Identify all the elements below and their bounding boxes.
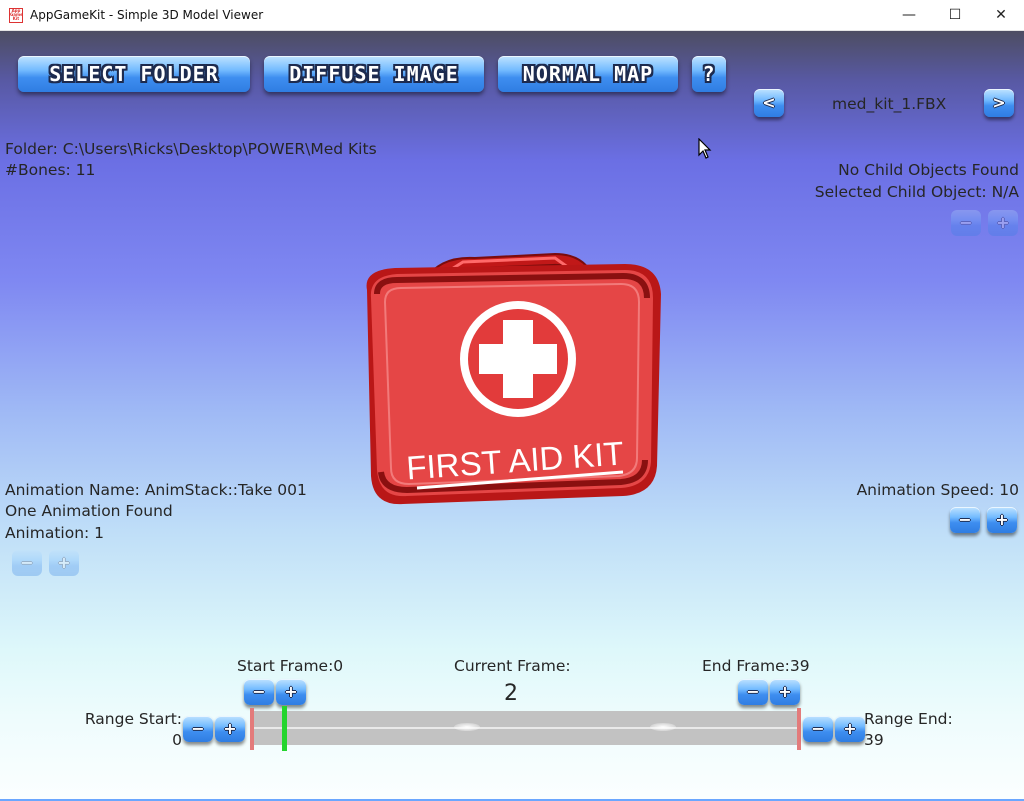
prev-model-button[interactable]: < [754,89,784,117]
child-plus-button[interactable]: + [988,210,1018,236]
mouse-cursor-icon [698,138,712,159]
window-title: AppGameKit - Simple 3D Model Viewer [30,8,264,22]
animation-minus-button[interactable]: − [12,550,42,576]
animation-speed: Animation Speed: 10 [856,481,1019,499]
speed-plus-button[interactable]: + [987,507,1017,533]
start-frame-plus-button[interactable]: + [276,679,306,705]
diffuse-image-button[interactable]: DIFFUSE IMAGE [264,56,484,92]
timeline-track [250,727,800,729]
help-button[interactable]: ? [692,56,726,92]
child-objects-status: No Child Objects Found [838,161,1019,179]
frame-timeline-slider[interactable] [250,711,800,745]
current-frame-label: Current Frame: [454,657,571,675]
animation-index: Animation: 1 [5,524,105,542]
range-start-minus-button[interactable]: − [183,716,213,742]
selected-child-object: Selected Child Object: N/A [814,183,1019,201]
range-end-handle[interactable] [797,708,801,750]
range-end-plus-button[interactable]: + [835,716,865,742]
maximize-button[interactable]: ☐ [932,0,978,30]
end-frame-minus-button[interactable]: − [738,679,768,705]
minimize-button[interactable]: — [886,0,932,30]
range-start-value: 0 [172,731,182,749]
end-frame-plus-button[interactable]: + [770,679,800,705]
current-frame-value: 2 [504,681,518,706]
bones-count: #Bones: 11 [5,161,96,179]
first-aid-kit-model: FIRST AID KIT [366,252,661,505]
range-start-plus-button[interactable]: + [215,716,245,742]
normal-map-button[interactable]: NORMAL MAP [498,56,678,92]
child-minus-button[interactable]: − [951,210,981,236]
range-start-label: Range Start: [84,710,182,728]
timeline-marker [454,723,480,731]
animation-name: Animation Name: AnimStack::Take 001 [5,481,307,499]
animation-plus-button[interactable]: + [49,550,79,576]
next-model-button[interactable]: > [984,89,1014,117]
speed-minus-button[interactable]: − [950,507,980,533]
title-bar: App Game Kit AppGameKit - Simple 3D Mode… [0,0,1024,31]
range-start-handle[interactable] [250,708,254,750]
range-end-minus-button[interactable]: − [803,716,833,742]
current-frame-handle[interactable] [282,706,287,751]
folder-path: Folder: C:\Users\Ricks\Desktop\POWER\Med… [5,140,377,158]
app-icon-text: App Game Kit [10,8,23,21]
end-frame-label: End Frame:39 [702,657,810,675]
appgamekit-icon: App Game Kit [9,8,23,23]
range-end-label: Range End: [864,710,953,728]
start-frame-label: Start Frame:0 [237,657,344,675]
range-end-value: 39 [864,731,884,749]
start-frame-minus-button[interactable]: − [244,679,274,705]
close-button[interactable]: ✕ [978,0,1024,30]
model-filename: med_kit_1.FBX [832,95,947,113]
timeline-marker [650,723,676,731]
select-folder-button[interactable]: SELECT FOLDER [18,56,250,92]
animation-count: One Animation Found [5,502,173,520]
